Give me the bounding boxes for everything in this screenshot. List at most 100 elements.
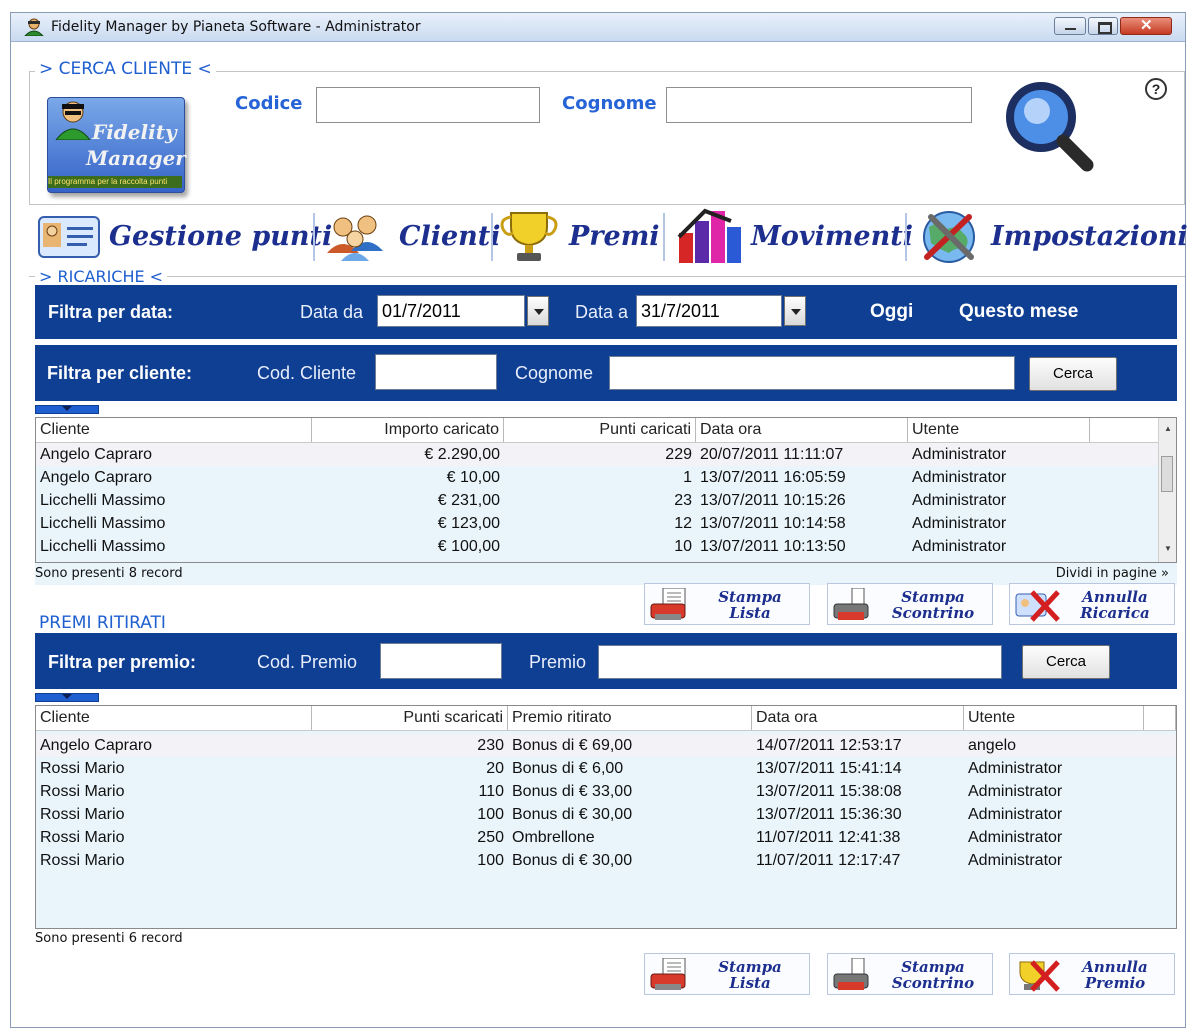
- nav-separator: [491, 213, 493, 261]
- col-header-punti-scaricati[interactable]: Punti scaricati: [312, 706, 508, 730]
- col-header-dataora[interactable]: Data ora: [696, 418, 908, 442]
- table-cell: 10: [674, 538, 692, 555]
- ricariche-grid: Cliente Importo caricato Punti caricati …: [35, 417, 1177, 563]
- cod-premio-input[interactable]: [380, 643, 502, 679]
- col-header-dataora[interactable]: Data ora: [752, 706, 964, 730]
- window-title: Fidelity Manager by Pianeta Software - A…: [51, 19, 421, 35]
- nav-clienti[interactable]: Clienti: [323, 207, 501, 265]
- nav-impostazioni[interactable]: Impostazioni: [917, 207, 1188, 265]
- title-bar[interactable]: Fidelity Manager by Pianeta Software - A…: [11, 13, 1185, 42]
- filter-premio-label: Filtra per premio:: [48, 652, 197, 672]
- questo-mese-link[interactable]: Questo mese: [959, 301, 1078, 323]
- scroll-up-icon[interactable]: ▲: [1164, 424, 1172, 433]
- table-row[interactable]: Rossi Mario 20 Bonus di € 6,00 13/07/2011 1…: [36, 757, 1176, 780]
- col-header-utente[interactable]: Utente: [964, 706, 1144, 730]
- nav-label: Gestione punti: [109, 221, 333, 252]
- stampa-lista-button[interactable]: Stampa Lista: [644, 583, 810, 625]
- premi-stampa-lista-button[interactable]: Stampa Lista: [644, 953, 810, 995]
- col-header-utente[interactable]: Utente: [908, 418, 1090, 442]
- table-cell: € 231,00: [437, 492, 500, 509]
- cognome-input[interactable]: [666, 87, 972, 123]
- maximize-button[interactable]: [1088, 17, 1118, 35]
- close-button[interactable]: ✕: [1120, 17, 1172, 35]
- data-da-dropdown[interactable]: [527, 296, 549, 326]
- nav-gestione-punti[interactable]: Gestione punti: [33, 207, 332, 265]
- col-header-punti[interactable]: Punti caricati: [504, 418, 696, 442]
- table-row[interactable]: Rossi Mario 100 Bonus di € 30,00 11/07/2011…: [36, 849, 1176, 872]
- help-icon[interactable]: ?: [1145, 78, 1167, 100]
- table-cell: Administrator: [968, 783, 1063, 800]
- nav-label: Impostazioni: [991, 221, 1188, 252]
- table-row[interactable]: Angelo Capraro € 2.290,00 229 20/07/2011 11…: [36, 443, 1160, 466]
- cognome-filter-input[interactable]: [609, 356, 1015, 390]
- premi-stampa-scontrino-button[interactable]: Stampa Scontrino: [827, 953, 993, 995]
- table-cell: Ombrellone: [512, 829, 595, 846]
- printer-list-icon: [650, 588, 686, 620]
- scroll-thumb[interactable]: [1161, 456, 1173, 492]
- table-cell: Rossi Mario: [40, 829, 125, 846]
- nav-premi[interactable]: Premi: [497, 207, 661, 265]
- col-header-cliente[interactable]: Cliente: [36, 418, 312, 442]
- table-row[interactable]: Angelo Capraro 230 Bonus di € 69,00 14/07/2…: [36, 734, 1176, 757]
- data-da-input[interactable]: [377, 295, 525, 327]
- data-a-input[interactable]: [636, 295, 782, 327]
- col-header-blank: [1090, 418, 1160, 442]
- dividi-pagine-link[interactable]: Dividi in pagine »: [1056, 566, 1169, 581]
- table-cell: Licchelli Massimo: [40, 515, 166, 532]
- table-row[interactable]: Rossi Mario 100 Bonus di € 30,00 13/07/2011…: [36, 803, 1176, 826]
- table-row[interactable]: Licchelli Massimo € 100,00 10 13/07/2011 10…: [36, 535, 1160, 558]
- annulla-premio-button[interactable]: Annulla Premio: [1009, 953, 1175, 995]
- table-row[interactable]: Rossi Mario 110 Bonus di € 33,00 13/07/2011…: [36, 780, 1176, 803]
- col-header-blank: [1144, 706, 1176, 730]
- table-row[interactable]: Rossi Mario 250 Ombrellone 11/07/2011 12:41…: [36, 826, 1176, 849]
- table-cell: 100: [477, 806, 504, 823]
- cognome-filter-label: Cognome: [515, 363, 594, 383]
- col-header-premio[interactable]: Premio ritirato: [508, 706, 752, 730]
- stampa-lista-label: Stampa Lista: [718, 588, 782, 622]
- table-cell: Angelo Capraro: [40, 446, 153, 463]
- col-header-cliente[interactable]: Cliente: [36, 706, 312, 730]
- scroll-down-icon[interactable]: ▼: [1164, 544, 1172, 553]
- app-window: Fidelity Manager by Pianeta Software - A…: [10, 12, 1188, 1028]
- premi-grid-collapse-tab[interactable]: [35, 693, 99, 702]
- table-row[interactable]: Licchelli Massimo € 231,00 23 13/07/2011 10…: [36, 489, 1160, 512]
- oggi-link[interactable]: Oggi: [870, 301, 913, 323]
- col-header-importo[interactable]: Importo caricato: [312, 418, 504, 442]
- users-icon: [327, 215, 383, 261]
- table-cell: Rossi Mario: [40, 806, 125, 823]
- filter-client-label: Filtra per cliente:: [47, 363, 193, 383]
- ricariche-records: Sono presenti 8 record: [35, 566, 183, 581]
- nav-separator: [905, 213, 907, 261]
- table-cell: 230: [477, 737, 504, 754]
- minimize-button[interactable]: [1054, 17, 1086, 35]
- table-row[interactable]: Angelo Capraro € 10,00 1 13/07/2011 16:05:5…: [36, 466, 1160, 489]
- printer-list-icon: [650, 958, 686, 990]
- table-cell: 13/07/2011 16:05:59: [700, 469, 846, 486]
- table-cell: 229: [665, 446, 692, 463]
- table-cell: Administrator: [912, 469, 1007, 486]
- search-icon[interactable]: [1003, 77, 1099, 173]
- table-cell: Rossi Mario: [40, 783, 125, 800]
- annulla-ricarica-button[interactable]: Annulla Ricarica: [1009, 583, 1175, 625]
- data-a-dropdown[interactable]: [784, 296, 806, 326]
- cerca-premio-button[interactable]: Cerca: [1022, 645, 1110, 679]
- table-cell: € 10,00: [446, 469, 500, 486]
- codice-input[interactable]: [316, 87, 540, 123]
- premio-input[interactable]: [598, 645, 1002, 679]
- table-cell: Rossi Mario: [40, 852, 125, 869]
- printer-receipt-icon: [833, 588, 869, 620]
- table-cell: 20/07/2011 11:11:07: [700, 446, 844, 463]
- table-row[interactable]: Licchelli Massimo € 123,00 12 13/07/2011 10…: [36, 512, 1160, 535]
- table-cell: Administrator: [912, 492, 1007, 509]
- table-cell: Administrator: [912, 515, 1007, 532]
- cerca-cliente-button[interactable]: Cerca: [1029, 357, 1117, 391]
- nav-separator: [313, 213, 315, 261]
- ricariche-group-line: [29, 276, 1185, 277]
- ricariche-scrollbar[interactable]: ▲ ▼: [1158, 418, 1176, 562]
- cod-cliente-input[interactable]: [375, 354, 497, 390]
- card-icon: [38, 216, 100, 258]
- grid-collapse-tab[interactable]: [35, 405, 99, 414]
- nav-movimenti[interactable]: Movimenti: [675, 207, 913, 265]
- cancel-card-icon: [1015, 590, 1060, 622]
- stampa-scontrino-button[interactable]: Stampa Scontrino: [827, 583, 993, 625]
